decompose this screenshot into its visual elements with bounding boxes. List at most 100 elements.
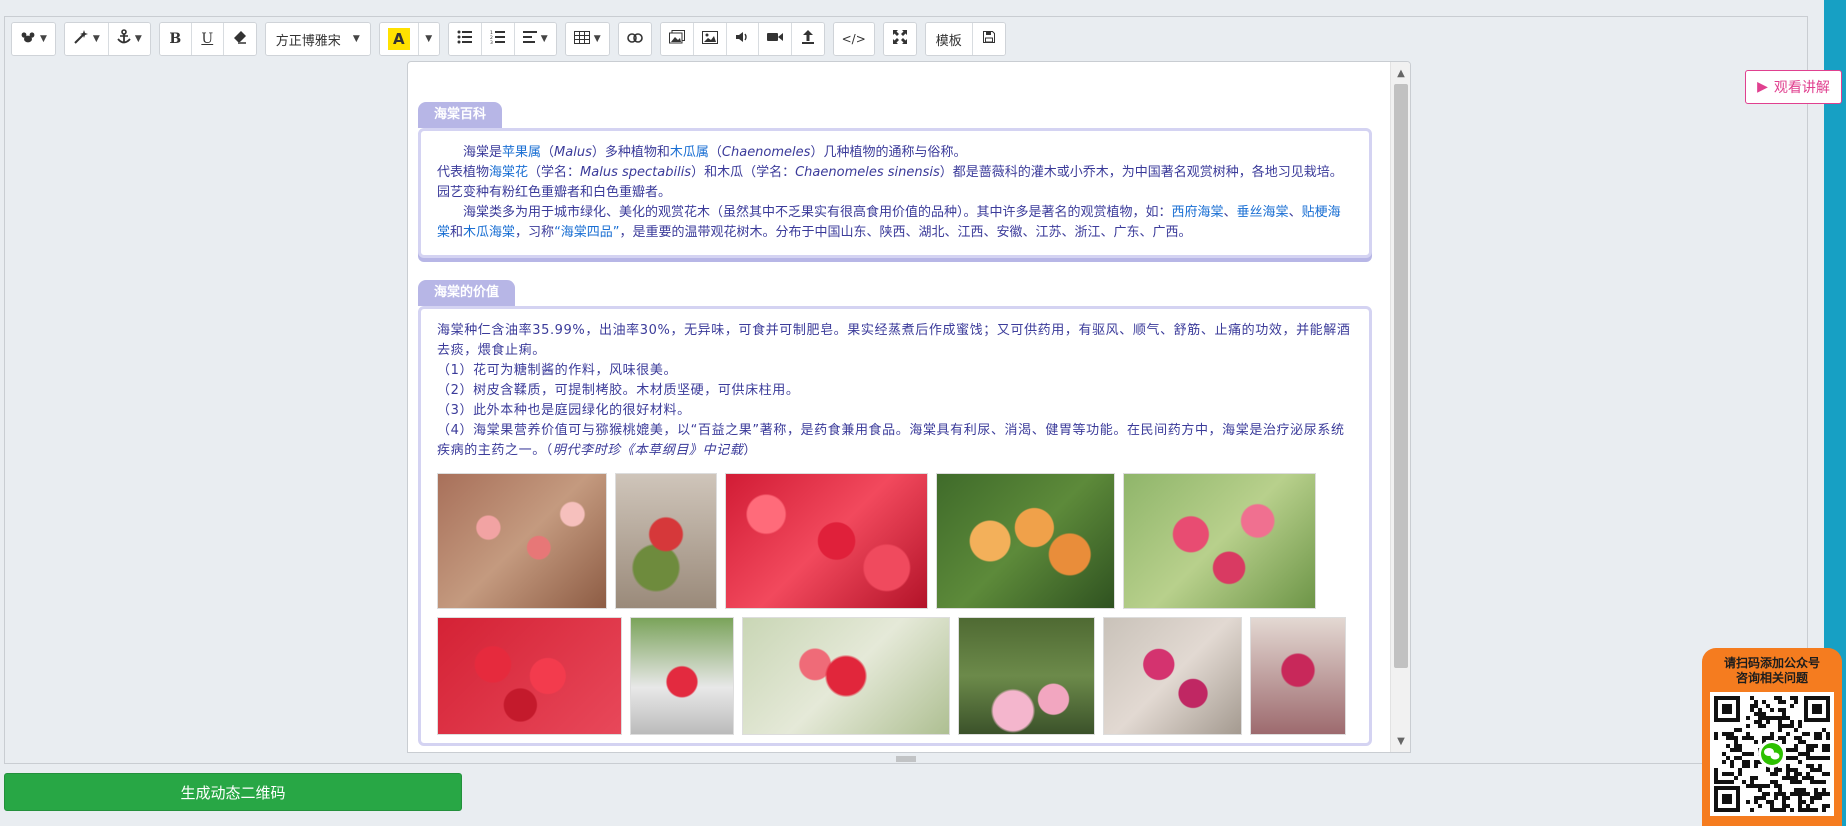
rich-text-editor: ▼ ▼ ▼ B U 方正博雅宋 ▼ A ▼ 1 2 3 ▼ ▼ </> 模板 海… [4,16,1808,764]
paragraph: 海棠种仁含油率35.99%，出油率30%，无异味，可食并可制肥皂。果实经蒸煮后作… [437,323,1351,358]
svg-text:3: 3 [490,40,493,44]
upload-icon [801,30,814,48]
magic-format-button[interactable]: ▼ [64,23,109,55]
eraser-icon [233,30,247,48]
highlight-color-button[interactable]: A [379,23,419,55]
text-span: （ [708,145,722,160]
bullet-list-icon [457,30,473,48]
editor-toolbar: ▼ ▼ ▼ B U 方正博雅宋 ▼ A ▼ 1 2 3 ▼ ▼ </> 模板 [11,22,1006,56]
section-body: 海棠种仁含油率35.99%，出油率30%，无异味，可食并可制肥皂。果实经蒸煮后作… [418,306,1372,746]
latin-name: Chaenomeles [721,145,811,160]
video-button[interactable] [758,23,792,55]
highlight-color-dropdown[interactable]: ▼ [418,23,439,55]
photo-hanging-flowers[interactable] [630,617,734,735]
scroll-up-arrow-icon[interactable]: ▲ [1391,64,1410,82]
qr-caption: 请扫码添加公众号 咨询相关问题 [1710,656,1834,686]
photo-red-blossoms[interactable] [725,473,928,609]
photo-magenta-branch[interactable] [1103,617,1242,735]
highlight-letter: A [387,28,410,50]
photo-tree-blossoms[interactable] [958,617,1095,735]
link-malus-spectabilis[interactable]: 海棠花 [489,165,528,180]
qr-caption-line: 咨询相关问题 [1735,671,1808,685]
toolbar-group-style: ▼ [11,22,56,56]
chevron-down-icon: ▼ [92,34,100,44]
photo-blurred-red[interactable] [742,617,950,735]
scroll-down-arrow-icon[interactable]: ▼ [1391,732,1410,750]
photo-red-cluster[interactable] [437,617,622,735]
anchor-button[interactable]: ▼ [108,23,150,55]
link-bencao-gangmu[interactable]: 《本草纲目》 [621,443,703,458]
editor-resize-handle[interactable] [4,754,1808,764]
gallery-button[interactable] [660,23,694,55]
text-span: 、 [1288,205,1302,220]
bullet-list-button[interactable] [448,23,482,55]
toolbar-group-color: A ▼ [378,22,440,56]
latin-name: Malus spectabilis [580,165,692,180]
text-span: 海棠是 [463,145,503,160]
font-family-value: 方正博雅宋 [275,33,341,49]
clear-format-button[interactable] [223,23,256,55]
table-dropdown-button[interactable]: ▼ [565,23,609,55]
numbered-list-icon: 123 [490,30,506,48]
chevron-down-icon: ▼ [352,34,360,44]
font-family-select[interactable]: 方正博雅宋 ▼ [265,23,370,55]
paragraph: （2）树皮含鞣质，可提制栲胶。木材质坚硬，可供床柱用。 [437,383,800,398]
section-body: 海棠是苹果属（Malus）多种植物和木瓜属（Chaenomeles）几种植物的通… [418,128,1372,258]
text-span: ，习称 [515,225,555,240]
watch-label: 观看讲解 [1773,80,1830,96]
numbered-list-button[interactable]: 123 [481,23,515,55]
template-button[interactable]: 模板 [925,23,973,55]
citation: 明代 [552,443,581,458]
latin-name: Malus [554,145,592,160]
photo-begonia-branch[interactable] [437,473,607,609]
text-span: ）和木瓜（学名： [691,165,796,180]
link-chuisi[interactable]: 垂丝海棠 [1237,205,1289,220]
photo-begonia-shrub[interactable] [615,473,717,609]
scroll-thumb[interactable] [1394,84,1408,668]
source-code-button[interactable]: </> [833,23,874,55]
paragraph: 海棠是苹果属（Malus）多种植物和木瓜属（Chaenomeles）几种植物的通… [437,143,1353,163]
generate-qr-button[interactable]: 生成动态二维码 [4,773,462,811]
text-span: ，是重要的温带观花树木。分布于中国山东、陕西、湖北、江西、安徽、江苏、浙江、广东… [619,225,1192,240]
bold-button[interactable]: B [159,23,192,55]
align-dropdown-button[interactable]: ▼ [514,23,556,55]
link-button[interactable] [618,23,651,55]
photo-crabapple-fruit[interactable] [936,473,1115,609]
gallery-row [437,617,1353,735]
link-malus[interactable]: 苹果属 [502,145,541,160]
gallery-icon [668,30,685,48]
underline-button[interactable]: U [191,23,224,55]
link-chaenomeles[interactable]: 木瓜属 [670,145,709,160]
watch-tutorial-button[interactable]: ▶ 观看讲解 [1745,70,1842,104]
paragraph: 海棠类多为用于城市绿化、美化的观赏花木（虽然其中不乏果实有很高食用价值的品种）。… [437,203,1353,243]
link-four-varieties[interactable]: “海棠四品” [554,225,619,240]
toolbar-group-table: ▼ [564,22,610,56]
link-li-shizhen[interactable]: 李时珍 [580,443,621,458]
video-icon [766,31,783,47]
photo-dense-magenta[interactable] [1250,617,1346,735]
grip-icon [896,754,916,765]
paragraph: 代表植物海棠花（学名：Malus spectabilis）和木瓜（学名：Chae… [437,163,1353,203]
section-encyclopedia: 海棠百科 海棠是苹果属（Malus）多种植物和木瓜属（Chaenomeles）几… [418,102,1372,258]
upload-button[interactable] [791,23,824,55]
image-button[interactable] [693,23,727,55]
link-mugua[interactable]: 木瓜海棠 [463,225,515,240]
link-xifu[interactable]: 西府海棠 [1172,205,1224,220]
toolbar-group-code: </> [832,22,875,56]
fullscreen-button[interactable] [883,23,916,55]
text-span: 代表植物 [437,165,490,180]
section-value: 海棠的价值 海棠种仁含油率35.99%，出油率30%，无异味，可食并可制肥皂。果… [418,280,1372,746]
editor-content-area[interactable]: 海棠百科 海棠是苹果属（Malus）多种植物和木瓜属（Chaenomeles）几… [407,61,1411,753]
citation: 中记载 [702,443,744,458]
vertical-scrollbar[interactable]: ▲ ▼ [1390,62,1410,752]
link-icon [626,31,643,47]
style-dropdown-button[interactable]: ▼ [12,23,55,55]
text-span: ） [743,443,757,458]
fullscreen-icon [892,30,907,48]
audio-button[interactable] [726,23,759,55]
chevron-down-icon: ▼ [134,34,142,44]
text-span: 和 [450,225,464,240]
chevron-down-icon: ▼ [540,34,548,44]
photo-pink-flowers[interactable] [1123,473,1316,609]
save-button[interactable] [972,23,1005,55]
